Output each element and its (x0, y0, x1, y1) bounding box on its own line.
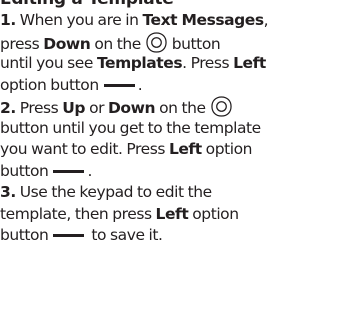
option-button-dash-icon (53, 234, 85, 237)
step-text: or (85, 99, 109, 117)
step-text: , (263, 11, 269, 29)
step-3: 3. Use the keypad to edit the template, … (0, 182, 341, 247)
term-left: Left (168, 140, 202, 158)
option-button-dash-icon (103, 83, 135, 87)
document: Editing a Template 1. When you are in Te… (0, 0, 341, 247)
step-text: . (137, 75, 143, 94)
step-line: until you see Templates. Press Left (0, 53, 341, 75)
step-text: button (0, 161, 49, 180)
step-line: template, then press Left option (0, 204, 341, 226)
step-text: Press (19, 99, 63, 117)
navigation-key-icon (210, 96, 232, 117)
term-text-messages: Text Messages (142, 11, 264, 29)
term-up: Up (62, 99, 86, 117)
step-text: . (87, 161, 92, 180)
step-text: you want to edit. Press (0, 140, 169, 158)
term-down: Down (43, 34, 91, 53)
step-text: button until you get to the template (0, 118, 261, 137)
step-2: 2. Press Up or Down on the button until … (0, 96, 341, 182)
term-left: Left (233, 54, 266, 72)
step-text: . Press (182, 54, 234, 72)
step-text: option button (0, 75, 99, 94)
step-text: button (0, 226, 49, 244)
step-1: 1. When you are in Text Messages, press … (0, 10, 341, 96)
step-text: option (201, 140, 253, 158)
section-heading: Editing a Template (0, 0, 341, 10)
step-text: press (0, 34, 44, 53)
step-text: on the (90, 34, 145, 53)
step-text: to save it. (87, 226, 163, 244)
term-down: Down (108, 99, 156, 117)
step-number: 3. (0, 183, 16, 201)
step-line: 1. When you are in Text Messages, (0, 10, 341, 32)
step-line: 3. Use the keypad to edit the (0, 182, 341, 204)
step-line: button to save it. (0, 225, 341, 247)
step-line: button until you get to the template (0, 118, 341, 140)
step-text: Use the keypad to edit the (19, 183, 212, 201)
step-text: until you see (0, 54, 97, 72)
option-button-dash-icon (53, 169, 85, 173)
step-line: option button. (0, 75, 341, 97)
step-text: template, then press (0, 204, 156, 223)
step-text: When you are in (19, 11, 143, 29)
step-text: on the (155, 99, 206, 117)
term-templates: Templates (96, 54, 183, 72)
step-text: button (171, 34, 221, 53)
step-text: option (188, 204, 239, 223)
step-line: button. (0, 161, 341, 183)
step-line: you want to edit. Press Left option (0, 139, 341, 161)
step-number: 2. (0, 99, 16, 117)
step-number: 1. (0, 11, 16, 29)
term-left: Left (155, 204, 189, 223)
step-line: 2. Press Up or Down on the (0, 96, 341, 118)
step-line: press Down on the button (0, 31, 341, 54)
navigation-key-icon (146, 31, 167, 53)
